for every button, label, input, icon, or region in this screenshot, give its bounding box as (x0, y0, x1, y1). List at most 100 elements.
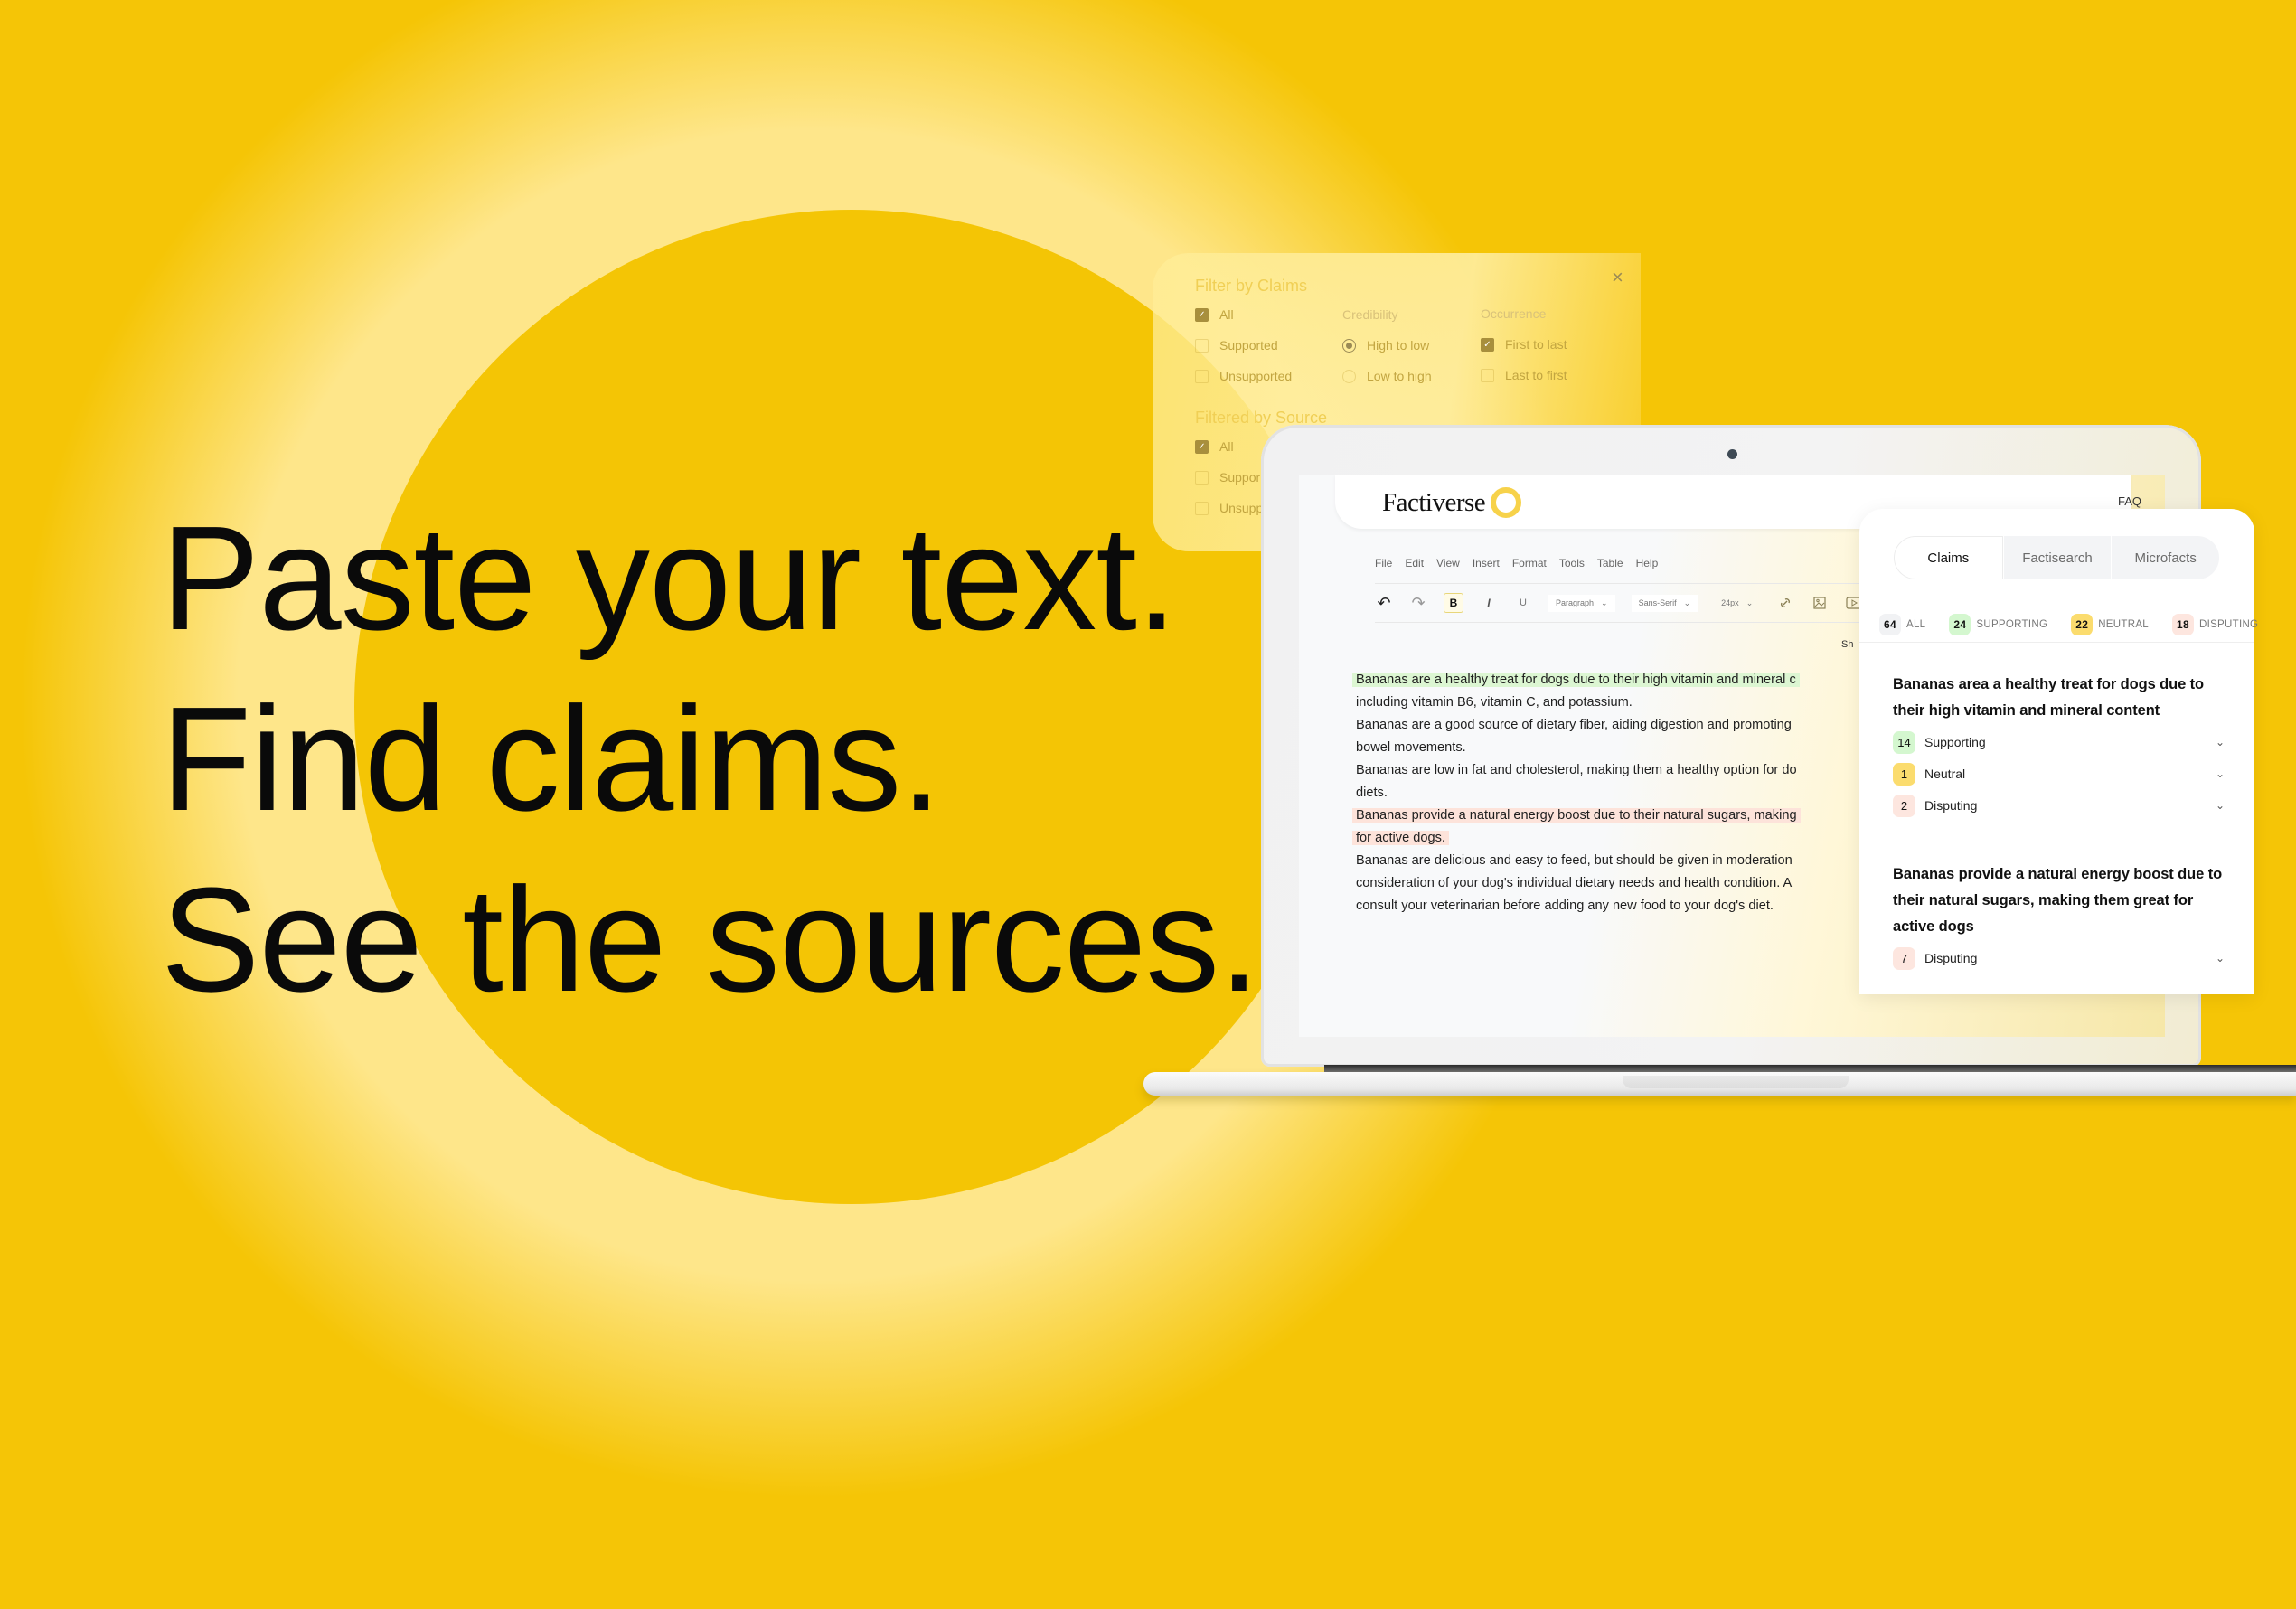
filter-claims-supported[interactable]: Supported (1195, 338, 1278, 353)
filter-neutral[interactable]: 22 NEUTRAL (2071, 614, 2149, 635)
checkbox-icon (1195, 338, 1209, 353)
filter-supporting[interactable]: 24 SUPPORTING (1949, 614, 2047, 635)
stance-row-supporting[interactable]: 14 Supporting ⌄ (1893, 729, 2227, 756)
filter-source-all[interactable]: ✓ All (1195, 439, 1234, 454)
count-badge: 22 (2071, 614, 2094, 635)
filter-source-unsupported[interactable]: Unsupp (1195, 501, 1263, 515)
filter-claims-title: Filter by Claims (1195, 277, 1308, 295)
filter-claims-all[interactable]: ✓ All (1195, 307, 1234, 322)
menu-table[interactable]: Table (1597, 557, 1623, 569)
filter-disputing[interactable]: 18 DISPUTING (2171, 614, 2259, 635)
count-badge: 24 (1949, 614, 1971, 635)
disputed-claim-highlight[interactable]: for active dogs. (1352, 831, 1449, 845)
option-label: Low to high (1367, 369, 1432, 383)
option-label: Suppor (1219, 470, 1261, 485)
menu-edit[interactable]: Edit (1405, 557, 1424, 569)
radio-selected-icon (1342, 338, 1356, 353)
chevron-down-icon: ⌄ (1683, 597, 1691, 607)
laptop-notch (1623, 1076, 1849, 1088)
factiverse-logo[interactable]: Factiverse (1382, 487, 1522, 518)
checkbox-icon (1195, 470, 1209, 485)
menu-file[interactable]: File (1375, 557, 1392, 569)
chevron-down-icon: ⌄ (1601, 597, 1608, 607)
tab-microfacts[interactable]: Microfacts (2111, 536, 2219, 579)
count-badge: 2 (1893, 794, 1915, 817)
filter-claims-unsupported[interactable]: Unsupported (1195, 369, 1292, 383)
faq-link[interactable]: FAQ (2118, 494, 2141, 508)
link-icon[interactable] (1776, 594, 1794, 612)
menu-view[interactable]: View (1436, 557, 1460, 569)
chevron-down-icon[interactable]: ⌄ (2213, 736, 2227, 748)
select-value: 24px (1721, 598, 1739, 607)
stance-filter-bar: 64 ALL 24 SUPPORTING 22 NEUTRAL 18 DISPUTING (1859, 607, 2258, 643)
radio-icon (1342, 369, 1356, 383)
bold-button[interactable]: B (1444, 593, 1463, 613)
stance-label: Disputing (1924, 798, 1978, 813)
image-icon[interactable] (1811, 594, 1829, 612)
select-value: Sans-Serif (1638, 598, 1677, 607)
menu-help[interactable]: Help (1636, 557, 1659, 569)
font-family-select[interactable]: Sans-Serif ⌄ (1631, 594, 1698, 612)
menu-tools[interactable]: Tools (1559, 557, 1585, 569)
hero-headline: Paste your text. Find claims. See the so… (161, 488, 1260, 1030)
claim-card: Bananas area a healthy treat for dogs du… (1893, 672, 2227, 819)
filter-label: NEUTRAL (2098, 619, 2149, 630)
filter-label: SUPPORTING (1976, 619, 2048, 630)
option-label: All (1219, 439, 1234, 454)
credibility-header: Credibility (1342, 307, 1398, 322)
count-badge: 7 (1893, 946, 1915, 970)
logo-ring-icon (1491, 487, 1522, 518)
filter-source-supported[interactable]: Suppor (1195, 470, 1260, 485)
stance-label: Disputing (1924, 951, 1978, 965)
headline-line-3: See the sources. (161, 857, 1260, 1022)
underline-button[interactable]: U (1514, 594, 1532, 612)
headline-line-1: Paste your text. (161, 495, 1177, 661)
chevron-down-icon[interactable]: ⌄ (2213, 799, 2227, 812)
menu-format[interactable]: Format (1512, 557, 1547, 569)
claims-tabs: Claims Factisearch Microfacts (1894, 536, 2219, 579)
chevron-down-icon[interactable]: ⌄ (2213, 767, 2227, 780)
italic-button[interactable]: I (1480, 594, 1498, 612)
paragraph-select[interactable]: Paragraph ⌄ (1548, 594, 1615, 612)
stance-row-disputing[interactable]: 2 Disputing ⌄ (1893, 792, 2227, 819)
count-badge: 1 (1893, 762, 1915, 786)
option-label: Unsupp (1219, 501, 1264, 515)
claims-panel: Claims Factisearch Microfacts 64 ALL 24 SU… (1859, 509, 2258, 994)
occurrence-last-to-first[interactable]: Last to first (1481, 368, 1567, 382)
disputed-claim-highlight[interactable]: Bananas provide a natural energy boost d… (1352, 808, 1801, 823)
option-label: High to low (1367, 338, 1430, 353)
occurrence-header: Occurrence (1481, 306, 1547, 321)
tab-factisearch[interactable]: Factisearch (2002, 536, 2112, 579)
menu-insert[interactable]: Insert (1473, 557, 1500, 569)
undo-icon[interactable]: ↶ (1375, 594, 1393, 612)
font-size-select[interactable]: 24px ⌄ (1714, 595, 1760, 612)
checkbox-checked-icon: ✓ (1481, 337, 1494, 352)
option-label: Supported (1219, 338, 1278, 353)
checkbox-icon (1195, 369, 1209, 383)
filter-all[interactable]: 64 ALL (1879, 614, 1925, 635)
option-label: Unsupported (1219, 369, 1293, 383)
checkbox-icon (1481, 368, 1494, 382)
truncated-label: Sh (1841, 639, 1854, 650)
claim-title[interactable]: Bananas provide a natural energy boost d… (1893, 861, 2227, 940)
stance-row-disputing[interactable]: 7 Disputing ⌄ (1893, 945, 2227, 972)
stance-label: Neutral (1924, 767, 1966, 781)
supported-claim-highlight[interactable]: Bananas are a healthy treat for dogs due… (1352, 673, 1800, 687)
headline-line-2: Find claims. (161, 676, 942, 842)
occurrence-first-to-last[interactable]: ✓ First to last (1481, 337, 1567, 352)
chevron-down-icon[interactable]: ⌄ (2213, 952, 2227, 964)
checkbox-checked-icon: ✓ (1195, 439, 1209, 454)
count-badge: 64 (1879, 614, 1901, 635)
credibility-low-to-high[interactable]: Low to high (1342, 369, 1432, 383)
editor-menubar: File Edit View Insert Format Tools Table… (1375, 557, 1658, 569)
filter-label: DISPUTING (2198, 619, 2259, 630)
count-badge: 14 (1893, 730, 1915, 754)
credibility-high-to-low[interactable]: High to low (1342, 338, 1429, 353)
tab-claims[interactable]: Claims (1894, 536, 2003, 579)
checkbox-icon (1195, 501, 1209, 515)
close-icon[interactable]: × (1612, 266, 1623, 289)
stance-row-neutral[interactable]: 1 Neutral ⌄ (1893, 760, 2227, 787)
checkbox-checked-icon: ✓ (1195, 307, 1209, 322)
claim-title[interactable]: Bananas area a healthy treat for dogs du… (1893, 672, 2227, 724)
redo-icon[interactable]: ↷ (1409, 594, 1427, 612)
